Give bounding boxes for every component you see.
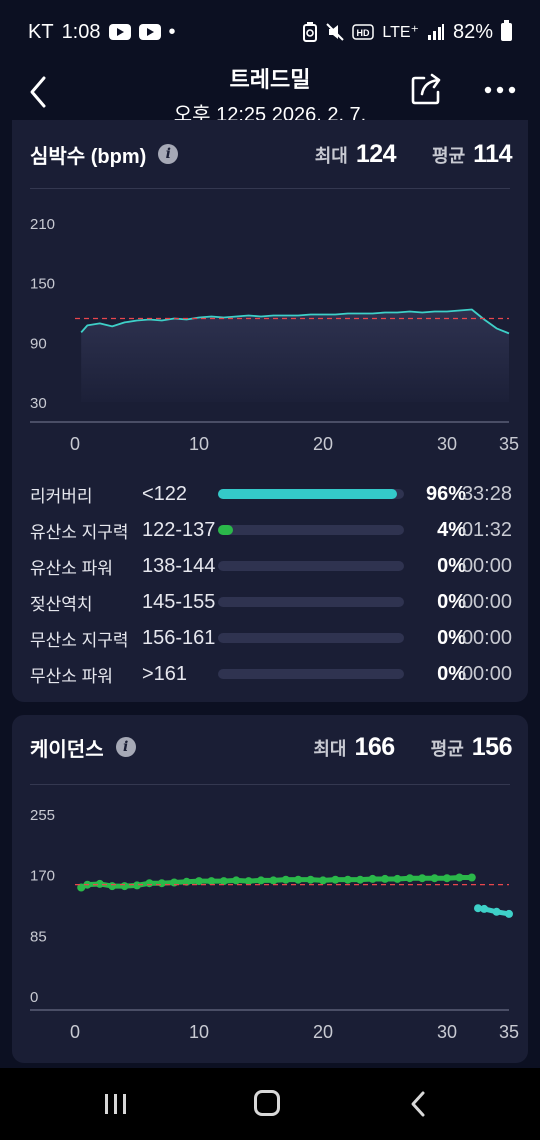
mute-icon	[326, 23, 345, 41]
y-tick-label: 170	[30, 868, 55, 885]
network-type-label: LTE⁺	[382, 24, 419, 41]
x-tick-label: 35	[499, 434, 519, 454]
share-icon[interactable]	[410, 72, 444, 106]
zone-time: 00:00	[461, 590, 512, 613]
zone-progress-bar	[218, 525, 404, 535]
y-tick-label: 210	[30, 216, 55, 233]
y-tick-label: 30	[30, 395, 47, 412]
x-tick-label: 35	[499, 1022, 519, 1042]
zone-range: >161	[142, 662, 188, 685]
recent-apps-icon[interactable]	[103, 1092, 129, 1116]
zone-progress-fill	[218, 525, 233, 535]
page-title: 트레드밀	[229, 67, 311, 92]
zone-progress-bar	[218, 489, 404, 499]
zone-name: 리커버리	[30, 486, 93, 506]
zone-progress-bar	[218, 597, 404, 607]
x-tick-label: 20	[313, 1022, 333, 1042]
x-tick-label: 30	[437, 1022, 457, 1042]
zone-range: 138-144	[142, 554, 216, 577]
notification-dot-icon: •	[168, 20, 176, 43]
x-tick-label: 10	[189, 434, 209, 454]
more-options-icon[interactable]	[482, 80, 518, 100]
cadence-card: 케이던스 i 최대 166 평균 156 255 170 85 0 0 10 20 30 35	[12, 715, 528, 1063]
zone-range: 156-161	[142, 626, 216, 649]
hd-voice-icon: HD	[352, 24, 375, 40]
battery-icon	[501, 20, 512, 41]
heart-rate-card: 심박수 (bpm) i 최대 124 평균 114 210 150 90 30 0 10 2…	[12, 120, 528, 702]
zone-name: 무산소 지구력	[30, 630, 129, 650]
carrier-label: KT	[28, 20, 54, 43]
zone-name: 젖산역치	[30, 594, 93, 614]
heart-rate-area	[81, 309, 509, 402]
zone-row: 유산소 지구력 122-137 4% 01:32	[30, 512, 512, 548]
zone-row: 유산소 파워 138-144 0% 00:00	[30, 548, 512, 584]
youtube-icon	[108, 24, 131, 40]
zone-range: 145-155	[142, 590, 216, 613]
y-tick-label: 0	[30, 989, 38, 1006]
heart-rate-chart: 210 150 90 30 0 10 20 30 35	[30, 216, 519, 454]
zone-name: 유산소 지구력	[30, 522, 129, 542]
zone-row: 무산소 파워 >161 0% 00:00	[30, 656, 512, 692]
zone-name: 무산소 파워	[30, 666, 113, 686]
svg-text:HD: HD	[357, 28, 370, 38]
clock: 1:08	[61, 20, 101, 43]
y-tick-label: 255	[30, 807, 55, 824]
youtube-icon	[138, 24, 161, 40]
cadence-point	[467, 873, 476, 882]
zone-progress-bar	[218, 633, 404, 643]
y-tick-label: 90	[30, 335, 47, 352]
zone-range: 122-137	[142, 518, 216, 541]
x-tick-label: 0	[70, 434, 80, 454]
zone-progress-bar	[218, 669, 404, 679]
battery-saver-icon	[303, 22, 318, 42]
home-icon[interactable]	[254, 1090, 280, 1116]
y-tick-label: 85	[30, 928, 47, 945]
zone-time: 01:32	[461, 518, 512, 541]
signal-icon	[427, 24, 444, 40]
zone-name: 유산소 파워	[30, 558, 113, 578]
system-back-icon[interactable]	[408, 1090, 428, 1118]
zone-range: <122	[142, 482, 188, 505]
system-navigation-bar	[0, 1068, 540, 1140]
zone-time: 33:28	[461, 482, 512, 505]
zone-time: 00:00	[461, 626, 512, 649]
zone-row: 젖산역치 145-155 0% 00:00	[30, 584, 512, 620]
zone-progress-fill	[218, 489, 397, 499]
x-tick-label: 0	[70, 1022, 80, 1042]
zone-time: 00:00	[461, 554, 512, 577]
zone-row: 무산소 지구력 156-161 0% 00:00	[30, 620, 512, 656]
x-tick-label: 10	[189, 1022, 209, 1042]
zone-time: 00:00	[461, 662, 512, 685]
cadence-chart: 255 170 85 0 0 10 20 30 35	[30, 807, 519, 1042]
cadence-point	[505, 909, 513, 918]
battery-percent: 82%	[452, 20, 493, 43]
heart-rate-zones: 리커버리 <122 96% 33:28 유산소 지구력 122-137 4% 01:32 유산소…	[30, 476, 512, 692]
x-tick-label: 20	[313, 434, 333, 454]
zone-row: 리커버리 <122 96% 33:28	[30, 476, 512, 512]
x-tick-label: 30	[437, 434, 457, 454]
y-tick-label: 150	[30, 276, 55, 293]
zone-progress-bar	[218, 561, 404, 571]
status-bar: KT 1:08 • HD LTE⁺ 82%	[0, 0, 540, 64]
